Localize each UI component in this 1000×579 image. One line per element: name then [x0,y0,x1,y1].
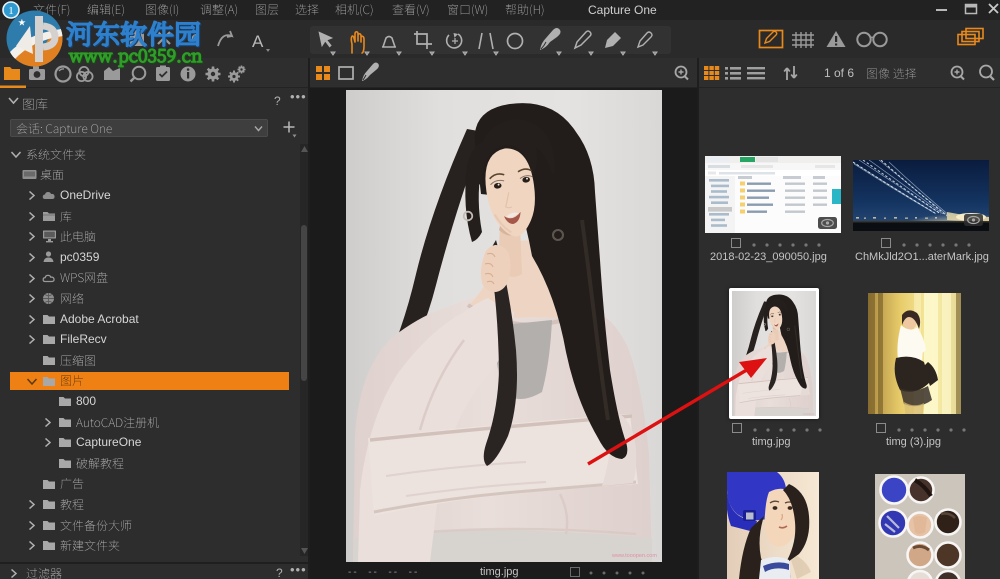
svg-text:www.tooopen.com: www.tooopen.com [611,553,657,559]
svg-text:A: A [252,32,264,51]
